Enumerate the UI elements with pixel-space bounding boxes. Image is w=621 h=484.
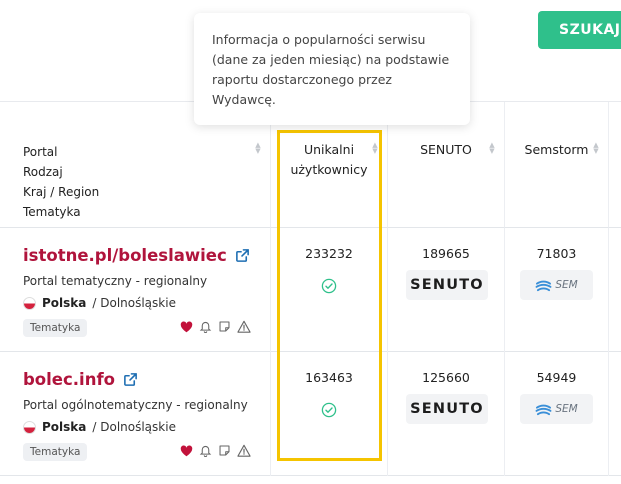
portal-name[interactable]: bolec.info [23,370,115,389]
senuto-cell: 189665 SENUTO [388,228,505,352]
search-button[interactable]: SZUKAJ [538,11,621,49]
flag-poland-icon [23,420,36,434]
sort-icon[interactable]: ▲ ▼ [488,142,496,155]
header-unique-users-line1: Unikalni [303,142,355,157]
semstorm-logo-text: SEM [555,403,578,415]
flag-poland-icon [23,296,36,310]
region: / Dolnośląskie [92,420,176,434]
row-actions [180,320,251,333]
senuto-value: 189665 [422,246,470,261]
country: Polska [42,420,87,434]
header-country-region: Kraj / Region [23,185,100,199]
semstorm-value: 71803 [536,246,577,261]
unique-users-value: 163463 [305,370,353,385]
check-circle-icon [321,278,337,294]
unique-users-cell: 163463 [271,352,388,476]
header-unique-users: Unikalni użytkownicy [271,140,387,180]
header-unique-users-line2: użytkownicy [290,162,368,177]
note-icon[interactable] [218,444,231,457]
semstorm-globe-icon [535,404,552,415]
sort-icon[interactable]: ▲ ▼ [371,142,379,155]
semstorm-logo-text: SEM [555,279,578,291]
semstorm-cell: 71803 SEM [505,228,609,352]
external-link-icon[interactable] [123,372,138,387]
row-actions [180,444,251,457]
semstorm-logo[interactable]: SEM [520,270,593,300]
semstorm-globe-icon [535,280,552,291]
bell-icon[interactable] [199,320,212,333]
header-senuto: SENUTO [420,142,472,157]
portal-name-link[interactable]: istotne.pl/boleslawiec [23,246,250,265]
warning-icon[interactable] [237,444,251,457]
warning-icon[interactable] [237,320,251,333]
heart-icon[interactable] [180,320,193,333]
header-portal: Portal [23,145,58,159]
header-type: Rodzaj [23,165,63,179]
portal-table: Portal Rodzaj Kraj / Region Tematyka ▲ ▼ … [0,102,621,484]
senuto-logo[interactable]: SENUTO [406,394,488,424]
note-icon[interactable] [218,320,231,333]
portal-country-region: Polska / Dolnośląskie [23,420,176,434]
column-header-semstorm[interactable]: Semstorm ▲ ▼ [505,102,609,228]
table-row: bolec.info Portal ogólnotematyczny - reg… [0,352,621,476]
portal-type: Portal ogólnotematyczny - regionalny [23,398,248,412]
portal-cell: bolec.info Portal ogólnotematyczny - reg… [0,352,271,476]
unique-users-cell: 233232 [271,228,388,352]
portal-name-link[interactable]: bolec.info [23,370,138,389]
portal-name[interactable]: istotne.pl/boleslawiec [23,246,227,265]
semstorm-logo[interactable]: SEM [520,394,593,424]
portal-cell: istotne.pl/boleslawiec Portal tematyczny… [0,228,271,352]
popularity-tooltip: Informacja o popularności serwisu (dane … [194,13,470,125]
table-row: istotne.pl/boleslawiec Portal tematyczny… [0,228,621,352]
senuto-value: 125660 [422,370,470,385]
senuto-cell: 125660 SENUTO [388,352,505,476]
portal-type: Portal tematyczny - regionalny [23,274,208,288]
check-circle-icon [321,402,337,418]
sort-icon[interactable]: ▲ ▼ [592,142,600,155]
unique-users-value: 233232 [305,246,353,261]
senuto-logo[interactable]: SENUTO [406,270,488,300]
topic-tag[interactable]: Tematyka [23,443,88,461]
portal-header-labels: Portal Rodzaj Kraj / Region Tematyka [23,142,99,222]
sort-icon[interactable]: ▲ ▼ [254,142,262,155]
bell-icon[interactable] [199,444,212,457]
semstorm-value: 54949 [536,370,577,385]
external-link-icon[interactable] [235,248,250,263]
column-header-more [609,102,621,228]
heart-icon[interactable] [180,444,193,457]
country: Polska [42,296,87,310]
portal-country-region: Polska / Dolnośląskie [23,296,176,310]
region: / Dolnośląskie [92,296,176,310]
semstorm-cell: 54949 SEM [505,352,609,476]
topic-tag[interactable]: Tematyka [23,319,88,337]
header-topic: Tematyka [23,205,81,219]
